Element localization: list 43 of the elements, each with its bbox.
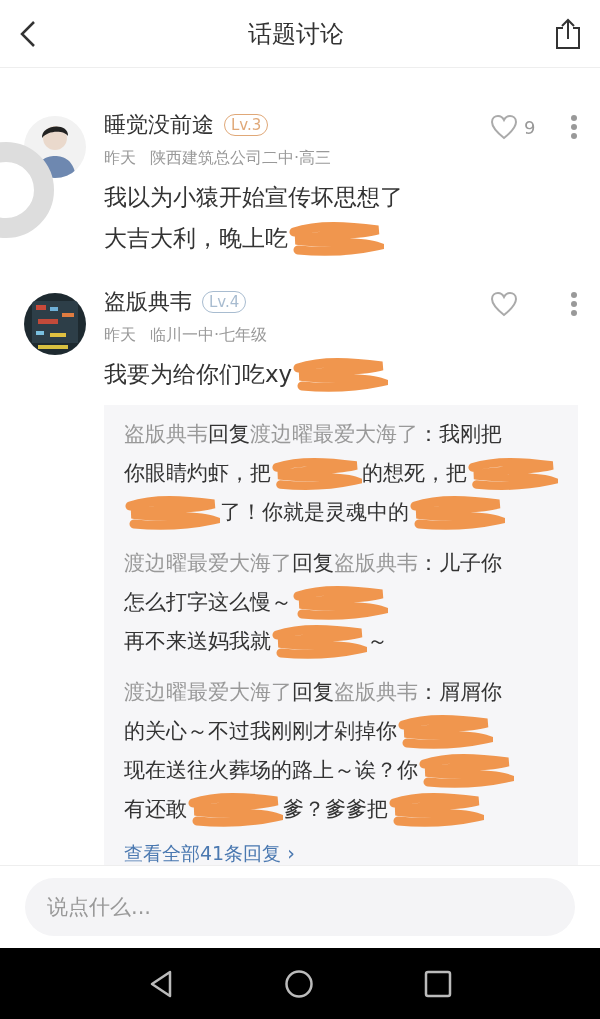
comment-text: 大吉大利，晚上吃 [104, 224, 288, 253]
comment-text: ：儿子你 [418, 550, 502, 577]
comment-text: 的关心～不过我刚刚才剁掉你 [124, 718, 397, 745]
comment-text: 我要为给你们吃xy [104, 360, 293, 389]
comment-text: 的想死，把 [362, 460, 467, 487]
reply-label: 回复 [208, 421, 250, 448]
home-nav-icon[interactable] [284, 968, 314, 999]
reply-target[interactable]: 盗版典韦 [334, 544, 418, 583]
comment-text: ：屑屑你 [418, 679, 502, 706]
back-button[interactable] [18, 18, 38, 49]
school-info: 临川一中·七年级 [150, 325, 268, 346]
comment-text: 爹？爹爹把 [283, 796, 388, 823]
comment-text: 你眼睛灼虾，把 [124, 460, 271, 487]
post-time: 昨天 [104, 148, 136, 169]
reply-label: 回复 [292, 679, 334, 706]
comment-text: ：我刚把 [418, 421, 502, 448]
comment-text: 再不来送妈我就 [124, 628, 271, 655]
comment-text: 了！你就是灵魂中的 [220, 499, 409, 526]
view-all-replies-link[interactable]: 查看全部41条回复 › [124, 841, 295, 865]
reply-target[interactable]: 盗版典韦 [334, 673, 418, 712]
more-icon[interactable] [570, 291, 578, 317]
comment-text: 怎么打字这么慢～ [124, 589, 292, 616]
floating-ring-icon[interactable] [0, 140, 56, 240]
reply-author[interactable]: 渡边曜最爱大海了 [124, 673, 292, 712]
share-button[interactable] [554, 17, 582, 50]
reply-label: 回复 [292, 550, 334, 577]
reply-target[interactable]: 渡边曜最爱大海了 [250, 415, 418, 454]
post-time: 昨天 [104, 325, 136, 346]
recents-nav-icon[interactable] [424, 969, 452, 998]
reply-author[interactable]: 盗版典韦 [124, 415, 208, 454]
comment-text: ～ [367, 628, 388, 655]
comment-input[interactable]: 说点什么... [25, 878, 575, 936]
comment-text: 我以为小猿开始宣传坏思想了 [104, 183, 403, 212]
comment-text: 有还敢 [124, 796, 187, 823]
reply-author[interactable]: 渡边曜最爱大海了 [124, 544, 292, 583]
like-count: 9 [524, 116, 536, 138]
user-name[interactable]: 睡觉没前途 [104, 110, 214, 140]
back-nav-icon[interactable] [148, 968, 174, 999]
user-name[interactable]: 盗版典韦 [104, 287, 192, 317]
comment-text: 现在送往火葬场的路上～诶？你 [124, 757, 418, 784]
page-title: 话题讨论 [248, 18, 344, 50]
school-info: 陕西建筑总公司二中·高三 [150, 148, 332, 169]
more-icon[interactable] [570, 114, 578, 140]
